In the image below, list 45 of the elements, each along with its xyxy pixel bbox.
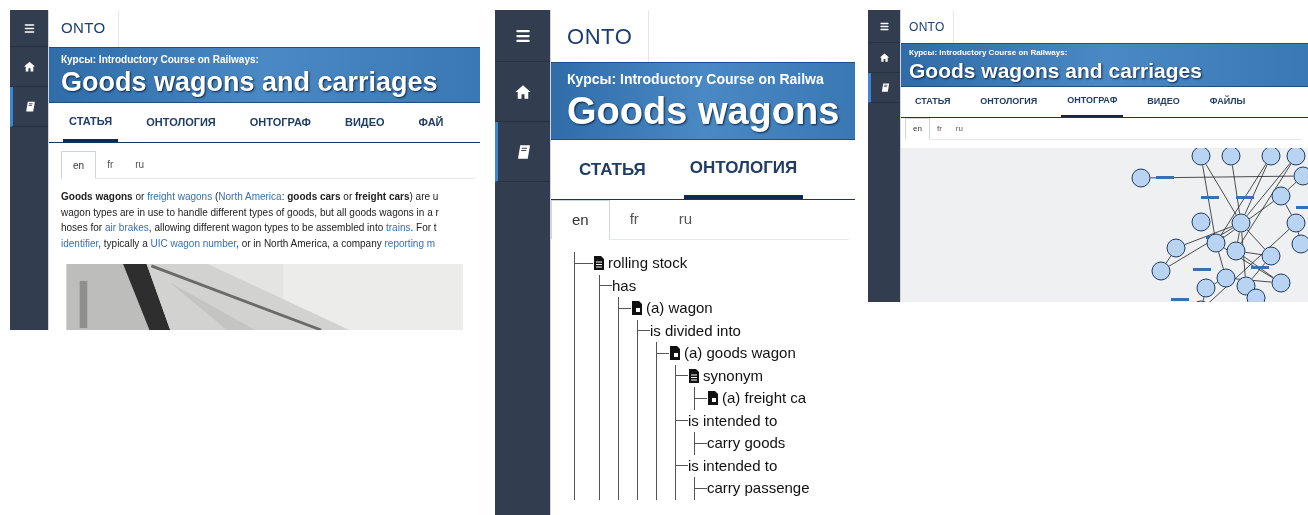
page-title: Goods wagons and carriages bbox=[909, 59, 1203, 83]
tree-item[interactable]: rolling stock bbox=[608, 252, 688, 275]
tree-item[interactable]: (a) wagon bbox=[646, 297, 713, 320]
link[interactable]: identifier bbox=[61, 237, 99, 249]
breadcrumb: Курсы: Introductory Course on Railwa bbox=[567, 70, 825, 89]
article-paragraph: Goods wagons or freight wagons (North America: goods cars or freight cars) are u wagon types are in use to handle different types of goods, but all goods wagons in a r hoses for air brakes, allowing different wagon types to be assembled into trains. For t identifier, typically a UIC wagon number, or in North America, a company reporting m bbox=[61, 190, 440, 251]
page-title: Goods wagons bbox=[567, 90, 839, 132]
tab[interactable]: СТАТЬЯ bbox=[915, 87, 951, 117]
link[interactable]: air brakes bbox=[104, 222, 149, 233]
tab[interactable]: ФАЙ bbox=[418, 103, 444, 142]
tree-item[interactable]: has bbox=[612, 274, 637, 297]
tree-item[interactable]: (a) goods wagon bbox=[684, 342, 796, 365]
tab[interactable]: СТАТЬЯ bbox=[579, 140, 646, 199]
breadcrumb: Курсы: Introductory Course on Railways: bbox=[909, 47, 1069, 59]
language-tab[interactable]: en bbox=[905, 118, 930, 140]
language-tab[interactable]: ru bbox=[948, 118, 970, 139]
tab[interactable]: ВИДЕО bbox=[344, 103, 385, 142]
tab[interactable]: ОНТОЛОГИЯ bbox=[980, 87, 1038, 117]
breadcrumb: Курсы: Introductory Course on Railways: bbox=[61, 53, 260, 67]
tab[interactable]: ВИДЕО bbox=[1147, 87, 1180, 117]
language-tab[interactable]: ru bbox=[124, 151, 156, 178]
language-tab[interactable]: fr bbox=[609, 200, 659, 239]
language-tab[interactable]: fr bbox=[96, 151, 125, 178]
language-tab[interactable]: en bbox=[61, 151, 97, 179]
tree-item[interactable]: synonym bbox=[703, 364, 764, 387]
tab[interactable]: ОНТОГРАФ bbox=[249, 103, 311, 142]
tree-item[interactable]: is intended to bbox=[688, 454, 778, 477]
tab[interactable]: СТАТЬЯ bbox=[63, 103, 119, 142]
tab[interactable]: ОНТОГРАФ bbox=[1061, 87, 1124, 117]
tree-item[interactable]: carry goods bbox=[707, 432, 786, 455]
tree-item[interactable]: is divided into bbox=[650, 319, 741, 342]
link[interactable]: reporting m bbox=[384, 237, 436, 249]
tab[interactable]: ОНТОЛОГИЯ bbox=[146, 103, 216, 142]
tree-item[interactable]: is intended to bbox=[688, 409, 778, 432]
language-tab[interactable]: fr bbox=[929, 118, 949, 139]
link[interactable]: freight wagons bbox=[147, 191, 213, 202]
page-title: Goods wagons and carriages bbox=[61, 67, 439, 97]
language-tab[interactable]: en bbox=[551, 200, 610, 240]
tab[interactable]: ОНТОЛОГИЯ bbox=[683, 140, 804, 199]
link[interactable]: UIC wagon number bbox=[150, 237, 237, 249]
tree-item[interactable]: (a) freight ca bbox=[722, 387, 807, 410]
language-tab[interactable]: ru bbox=[658, 200, 713, 239]
link[interactable]: North America bbox=[218, 191, 282, 202]
tab[interactable]: ФАЙЛЫ bbox=[1209, 87, 1246, 117]
tree-item[interactable]: carry passenge bbox=[707, 477, 810, 500]
